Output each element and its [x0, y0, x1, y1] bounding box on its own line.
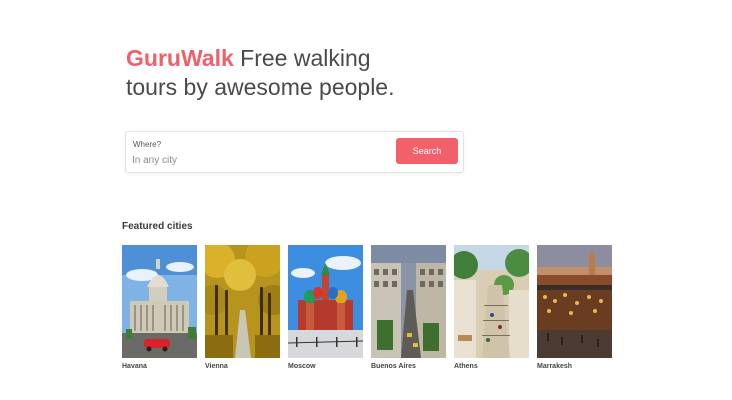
- city-search-input[interactable]: [132, 152, 372, 168]
- city-name: Vienna: [205, 363, 228, 370]
- where-label: Where?: [133, 140, 162, 149]
- hero-tagline-1: Free walking: [240, 45, 371, 71]
- vienna-image: [205, 245, 280, 358]
- featured-cities-list: Havana Vienna Moscow Buenos Aires Athens…: [122, 245, 612, 370]
- city-name: Marrakesh: [537, 363, 573, 370]
- city-card-moscow[interactable]: Moscow: [288, 245, 363, 370]
- moscow-image: [288, 245, 363, 358]
- city-card-havana[interactable]: Havana: [122, 245, 197, 370]
- featured-cities-title: Featured cities: [122, 221, 193, 232]
- city-name: Havana: [122, 363, 147, 370]
- city-card-vienna[interactable]: Vienna: [205, 245, 280, 370]
- city-name: Athens: [454, 363, 478, 370]
- search-box: Where? Search: [125, 131, 464, 173]
- hero-line-1: GuruWalk Free walking: [126, 44, 446, 73]
- hero-tagline-2: tours by awesome people.: [126, 74, 395, 100]
- athens-image: [454, 245, 529, 358]
- city-card-marrakesh[interactable]: Marrakesh: [537, 245, 612, 370]
- city-card-buenos-aires[interactable]: Buenos Aires: [371, 245, 446, 370]
- buenos-aires-image: [371, 245, 446, 358]
- city-card-athens[interactable]: Athens: [454, 245, 529, 370]
- city-name: Buenos Aires: [371, 363, 416, 370]
- brand-name: GuruWalk: [126, 45, 234, 71]
- marrakesh-image: [537, 245, 612, 358]
- search-button[interactable]: Search: [396, 138, 458, 164]
- city-name: Moscow: [288, 363, 316, 370]
- hero: GuruWalk Free walking tours by awesome p…: [126, 44, 446, 102]
- havana-image: [122, 245, 197, 358]
